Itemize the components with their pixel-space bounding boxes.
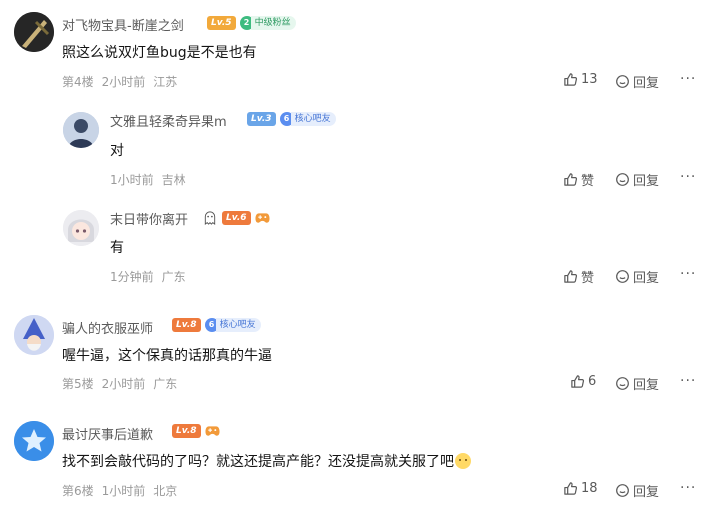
location: 广东 <box>153 377 178 391</box>
reply-bubble-icon <box>616 484 629 497</box>
reply-bubble-icon <box>616 75 629 88</box>
like-button[interactable]: 13 <box>563 72 598 87</box>
floor-number: 第5楼 <box>62 377 94 391</box>
user-badges: Lv.3 6 核心吧友 <box>247 112 336 126</box>
username[interactable]: 最讨厌事后道歉 <box>62 424 153 443</box>
post-time: 1小时前 <box>101 484 146 498</box>
gamepad-icon <box>205 426 220 436</box>
thumbs-up-icon <box>564 270 578 283</box>
reply-bubble-icon <box>616 173 629 186</box>
post-time: 1小时前 <box>110 173 154 187</box>
reply-button[interactable]: 回复 <box>615 374 659 393</box>
comment-text: 对 <box>110 143 124 159</box>
username[interactable]: 末日带你离开 <box>110 209 188 228</box>
reply-bubble-icon <box>616 270 629 283</box>
more-options-icon[interactable]: ··· <box>680 266 696 282</box>
location: 北京 <box>153 484 178 498</box>
user-badges: Lv.8 6 核心吧友 <box>172 318 261 332</box>
comment-text-row: 找不到会敲代码的了吗？就这还提高产能？还没提高就关服了吧 <box>62 451 471 471</box>
floor-number: 第6楼 <box>62 484 94 498</box>
gamepad-icon <box>255 212 270 223</box>
level-badge: Lv.8 <box>172 318 201 332</box>
reply-label: 回复 <box>633 174 660 189</box>
fan-badge-label: 核心吧友 <box>215 318 261 332</box>
like-count: 18 <box>581 481 598 496</box>
location: 广东 <box>161 270 186 284</box>
like-count: 赞 <box>581 174 595 189</box>
floor-number: 第4楼 <box>62 75 94 89</box>
comment-text: 有 <box>110 240 124 256</box>
reply-bubble-icon <box>616 377 629 390</box>
fan-badge: 6 核心吧友 <box>279 112 336 126</box>
post-time: 2小时前 <box>101 377 146 391</box>
reply-button[interactable]: 回复 <box>615 170 659 189</box>
avatar[interactable] <box>63 112 99 148</box>
fan-badge: 6 核心吧友 <box>204 318 261 332</box>
thumbs-up-icon <box>571 375 585 388</box>
like-count: 6 <box>588 374 597 389</box>
like-button[interactable]: 6 <box>570 374 596 389</box>
fan-badge-label: 核心吧友 <box>290 112 336 126</box>
more-options-icon[interactable]: ··· <box>680 480 696 496</box>
avatar[interactable] <box>63 210 99 246</box>
avatar[interactable] <box>14 315 54 355</box>
more-options-icon[interactable]: ··· <box>680 71 696 87</box>
level-badge: Lv.6 <box>222 210 251 225</box>
avatar[interactable] <box>14 421 54 461</box>
comment-meta: 1小时前 吉林 <box>110 171 194 188</box>
post-time: 2小时前 <box>101 75 146 89</box>
comment-meta: 第5楼 2小时前 广东 <box>62 375 185 392</box>
avatar[interactable] <box>14 12 54 52</box>
thumbs-up-icon <box>564 482 578 495</box>
level-badge: Lv.8 <box>172 424 201 438</box>
more-options-icon[interactable]: ··· <box>680 373 696 389</box>
more-options-icon[interactable]: ··· <box>680 169 696 185</box>
comment-meta: 1分钟前 广东 <box>110 268 194 285</box>
ghost-icon <box>204 211 216 225</box>
reply-label: 回复 <box>633 485 660 500</box>
reply-label: 回复 <box>633 378 660 393</box>
thumbs-up-icon <box>564 73 578 86</box>
like-count: 赞 <box>581 271 595 286</box>
fan-badge: 2 中级粉丝 <box>239 16 296 30</box>
user-badges: Lv.5 2 中级粉丝 <box>207 16 296 30</box>
thumbs-up-icon <box>564 173 578 186</box>
username[interactable]: 骗人的衣服巫师 <box>62 318 153 337</box>
location: 吉林 <box>161 173 186 187</box>
reply-button[interactable]: 回复 <box>615 267 659 286</box>
username[interactable]: 对飞物宝具-断崖之剑 <box>62 15 184 34</box>
comment-meta: 第4楼 2小时前 江苏 <box>62 73 185 90</box>
level-badge: Lv.5 <box>207 16 236 30</box>
like-button[interactable]: 18 <box>563 481 598 496</box>
location: 江苏 <box>153 75 178 89</box>
like-count: 13 <box>581 72 598 87</box>
fan-badge-label: 中级粉丝 <box>250 16 296 30</box>
reply-button[interactable]: 回复 <box>615 72 659 91</box>
comment-text: 照这么说双灯鱼bug是不是也有 <box>62 45 257 61</box>
smile-emoji-icon <box>455 453 471 469</box>
comment-meta: 第6楼 1小时前 北京 <box>62 482 185 499</box>
like-button[interactable]: 赞 <box>563 170 594 189</box>
username[interactable]: 文雅且轻柔奇异果m <box>110 111 227 130</box>
reply-label: 回复 <box>633 271 660 286</box>
user-badges: Lv.6 <box>202 210 270 225</box>
post-time: 1分钟前 <box>110 270 154 284</box>
comment-text: 找不到会敲代码的了吗？就这还提高产能？还没提高就关服了吧 <box>62 454 454 470</box>
level-badge: Lv.3 <box>247 112 276 126</box>
user-badges: Lv.8 <box>172 424 220 438</box>
reply-label: 回复 <box>633 76 660 91</box>
reply-button[interactable]: 回复 <box>615 481 659 500</box>
comment-text: 喔牛逼，这个保真的话那真的牛逼 <box>62 348 272 364</box>
like-button[interactable]: 赞 <box>563 267 594 286</box>
